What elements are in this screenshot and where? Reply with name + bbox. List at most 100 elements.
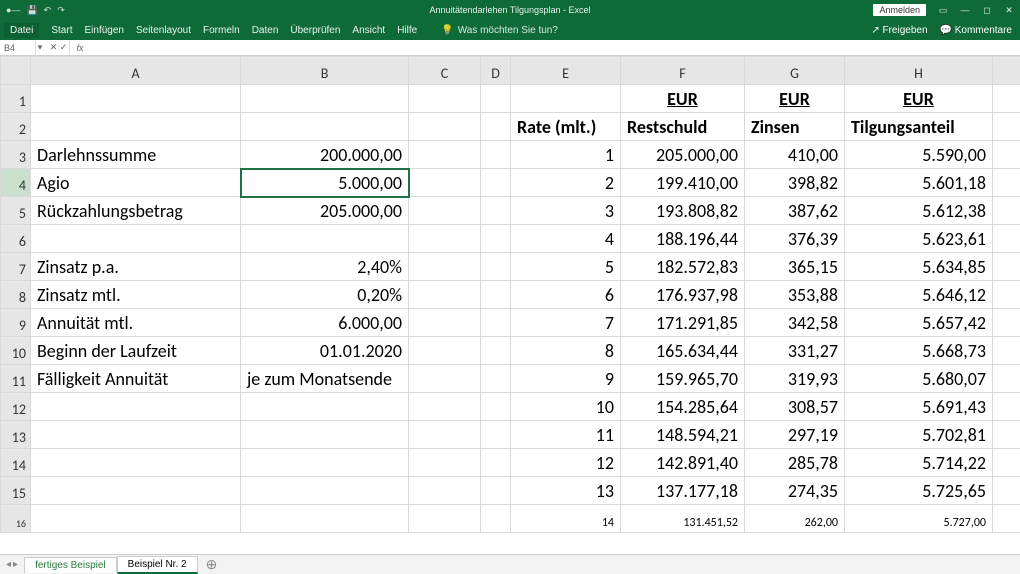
cell[interactable] [993,169,1020,197]
cell[interactable] [409,113,481,141]
cell[interactable]: 5 [511,253,621,281]
cell[interactable] [481,85,511,113]
cell[interactable]: 13 [511,477,621,505]
cell[interactable] [241,477,409,505]
cell[interactable] [31,85,241,113]
cell[interactable] [993,281,1020,309]
cell[interactable] [31,505,241,533]
cell[interactable] [481,365,511,393]
tab-file[interactable]: Datei [4,23,39,38]
tab-view[interactable]: Ansicht [352,25,385,36]
cell[interactable] [993,337,1020,365]
cell[interactable]: 148.594,21 [621,421,745,449]
cell[interactable]: 1 [511,141,621,169]
cell[interactable] [993,253,1020,281]
cell[interactable]: 2,40% [241,253,409,281]
cell[interactable] [481,225,511,253]
cell[interactable] [409,505,481,533]
cell[interactable] [409,393,481,421]
cell[interactable]: 205.000,00 [621,141,745,169]
cell[interactable]: 342,58 [745,309,845,337]
cell[interactable]: 5.680,07 [845,365,993,393]
cell[interactable] [993,393,1020,421]
minimize-icon[interactable]: — [954,5,976,15]
cell[interactable] [31,421,241,449]
col-header-B[interactable]: B [241,57,409,85]
cell[interactable] [993,365,1020,393]
cell[interactable]: 182.572,83 [621,253,745,281]
row-header[interactable]: 4 [1,169,31,197]
cell[interactable]: 5.727,00 [845,505,993,533]
cell[interactable]: 353,88 [745,281,845,309]
cell[interactable] [993,113,1020,141]
login-button[interactable]: Anmelden [873,4,926,16]
cell[interactable] [409,281,481,309]
cell[interactable]: 12 [511,449,621,477]
sheet-nav-next-icon[interactable]: ▸ [13,559,18,570]
sheet-nav-prev-icon[interactable]: ◂ [6,559,11,570]
cell[interactable]: 6.000,00 [241,309,409,337]
row-header[interactable]: 3 [1,141,31,169]
cell[interactable]: 5.668,73 [845,337,993,365]
cell[interactable]: 5.725,65 [845,477,993,505]
cell[interactable]: 205.000,00 [241,197,409,225]
cell[interactable] [31,393,241,421]
cell[interactable] [241,449,409,477]
cell[interactable] [241,393,409,421]
cell[interactable] [481,253,511,281]
cell[interactable] [481,393,511,421]
tab-review[interactable]: Überprüfen [290,25,340,36]
cell[interactable]: Fälligkeit Annuität [31,365,241,393]
cell[interactable]: 11 [511,421,621,449]
cell[interactable] [993,225,1020,253]
col-header-A[interactable]: A [31,57,241,85]
cell[interactable]: 154.285,64 [621,393,745,421]
cell[interactable] [481,169,511,197]
ribbon-options-icon[interactable]: ▭ [932,5,954,16]
cell[interactable]: 165.634,44 [621,337,745,365]
cell[interactable] [481,309,511,337]
cell[interactable]: 14 [511,505,621,533]
maximize-icon[interactable]: ◻ [976,5,998,16]
cell[interactable]: 5.714,22 [845,449,993,477]
row-header[interactable]: 10 [1,337,31,365]
cell[interactable]: 2 [511,169,621,197]
cell[interactable]: Tilgungsanteil [845,113,993,141]
cell[interactable] [409,449,481,477]
cell[interactable]: 171.291,85 [621,309,745,337]
cell[interactable]: 5.601,18 [845,169,993,197]
cell[interactable]: 199.410,00 [621,169,745,197]
cell[interactable]: 3 [511,197,621,225]
share-button[interactable]: ↗ Freigeben [871,25,927,36]
cell[interactable]: 5.646,12 [845,281,993,309]
cell[interactable] [481,141,511,169]
tab-data[interactable]: Daten [252,25,279,36]
redo-icon[interactable]: ↷ [57,5,65,16]
cell[interactable] [481,337,511,365]
cell[interactable] [241,225,409,253]
cell[interactable]: 398,82 [745,169,845,197]
tab-help[interactable]: Hilfe [397,25,417,36]
cell[interactable] [511,85,621,113]
cell[interactable]: 319,93 [745,365,845,393]
cell[interactable] [409,309,481,337]
col-header-H[interactable]: H [845,57,993,85]
fx-icon[interactable]: fx [70,40,90,55]
row-header[interactable]: 16 [1,505,31,533]
cell[interactable]: 188.196,44 [621,225,745,253]
cell[interactable]: 5.623,61 [845,225,993,253]
row-header[interactable]: 1 [1,85,31,113]
cell[interactable]: Zinsatz mtl. [31,281,241,309]
namebox-dropdown-icon[interactable]: ▾ ✕ ✓ [36,40,70,55]
row-header[interactable]: 2 [1,113,31,141]
row-header[interactable]: 13 [1,421,31,449]
cell[interactable] [409,85,481,113]
cell[interactable] [481,421,511,449]
cell[interactable] [481,281,511,309]
cell[interactable]: Beginn der Laufzeit [31,337,241,365]
cell[interactable]: 01.01.2020 [241,337,409,365]
tell-me[interactable]: 💡 Was möchten Sie tun? [441,25,558,36]
cell[interactable] [409,169,481,197]
cell[interactable]: Annuität mtl. [31,309,241,337]
cell[interactable] [481,449,511,477]
